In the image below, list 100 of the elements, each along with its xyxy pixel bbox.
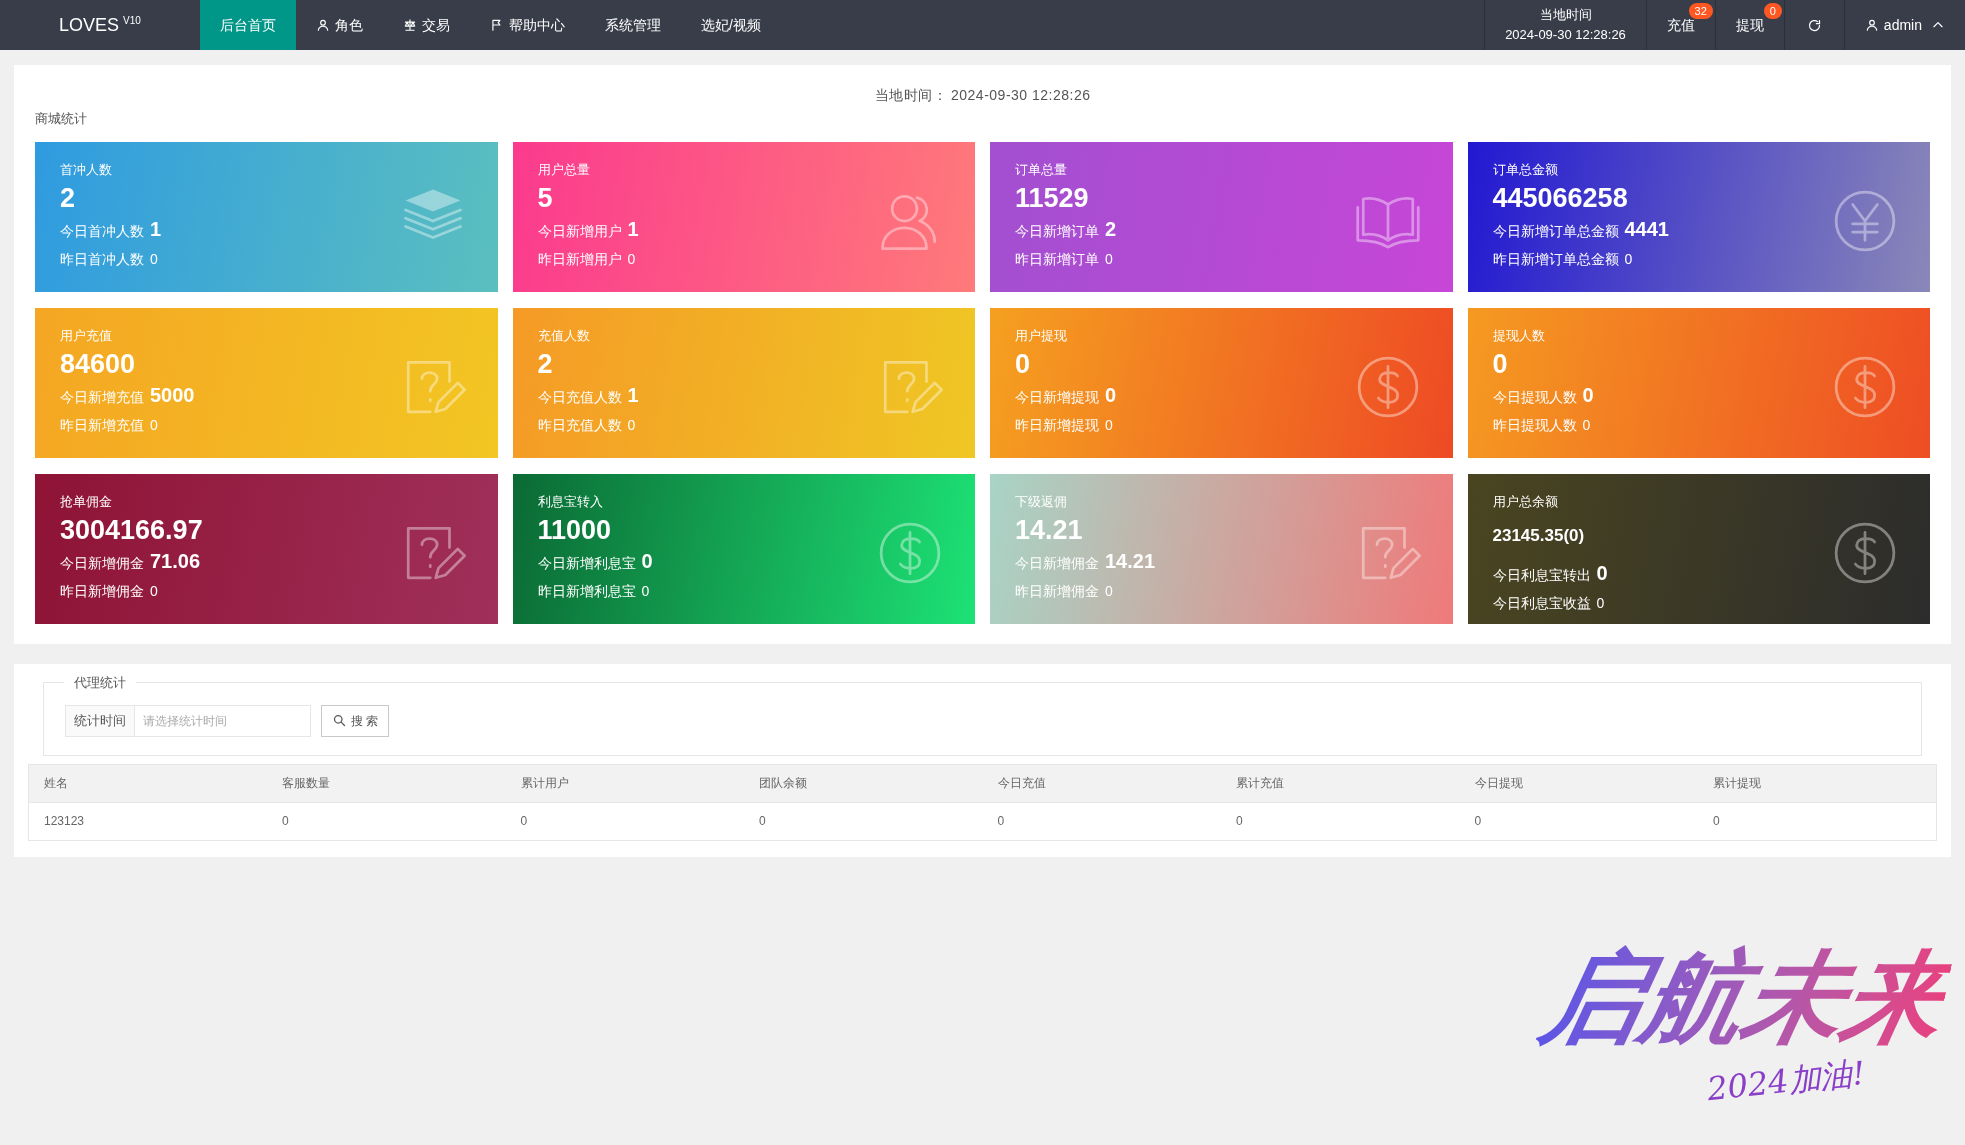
time-label: 当地时间： bbox=[874, 87, 947, 103]
card-title: 用户提现 bbox=[1015, 326, 1068, 345]
yesterday-value: 0 bbox=[1105, 581, 1113, 601]
yesterday-value: 0 bbox=[627, 415, 636, 435]
card-value: 11529 bbox=[1015, 181, 1089, 215]
card-title: 抢单佣金 bbox=[60, 492, 113, 511]
count-badge: 32 bbox=[1688, 3, 1713, 19]
today-label: 今日提现人数 bbox=[1492, 387, 1577, 407]
column-header: 客服数量 bbox=[267, 764, 506, 802]
today-value: 0 bbox=[1105, 382, 1117, 408]
today-label: 今日新增订单总金额 bbox=[1492, 221, 1619, 241]
refresh-icon bbox=[1806, 17, 1822, 33]
time-value: 2024-09-30 12:28:26 bbox=[951, 87, 1091, 103]
today-label: 今日新增佣金 bbox=[1015, 553, 1099, 573]
column-header: 今日提现 bbox=[1459, 764, 1698, 802]
yesterday-label: 昨日新增充值 bbox=[60, 415, 144, 435]
user-menu[interactable]: admin bbox=[1843, 0, 1965, 50]
today-label: 今日充值人数 bbox=[537, 387, 622, 407]
table-cell: 0 bbox=[982, 802, 1221, 840]
count-badge: 0 bbox=[1763, 3, 1782, 19]
today-value: 2 bbox=[1105, 216, 1117, 242]
time-value: 2024-09-30 12:28:26 bbox=[1505, 26, 1626, 44]
card-title: 首冲人数 bbox=[60, 160, 113, 179]
field-label: 统计时间 bbox=[65, 704, 135, 737]
card-value: 445066258 bbox=[1492, 181, 1628, 215]
card-title: 利息宝转入 bbox=[537, 492, 604, 511]
yesterday-value: 0 bbox=[1582, 415, 1591, 435]
card-value: 3004166.97 bbox=[60, 513, 203, 547]
today-value: 0 bbox=[1596, 560, 1608, 586]
yesterday-value: 0 bbox=[150, 581, 158, 601]
section-title: 商城统计 bbox=[35, 110, 88, 128]
search-button[interactable]: 搜 索 bbox=[321, 704, 390, 737]
yesterday-label: 昨日首冲人数 bbox=[60, 249, 144, 269]
nav-tab[interactable]: 选妃/视频 bbox=[681, 0, 781, 50]
yesterday-label: 昨日新增佣金 bbox=[60, 581, 144, 601]
card-title: 订单总金额 bbox=[1492, 160, 1559, 179]
card-title: 用户充值 bbox=[60, 326, 113, 345]
today-label: 今日新增提现 bbox=[1015, 387, 1099, 407]
table-cell: 0 bbox=[744, 802, 983, 840]
today-value: 1 bbox=[150, 216, 162, 242]
nav-action-link[interactable]: 充值 32 bbox=[1645, 0, 1715, 50]
table-cell: 123123 bbox=[28, 802, 267, 840]
flag-icon bbox=[490, 18, 504, 32]
column-header: 团队余额 bbox=[744, 764, 983, 802]
nav-tab[interactable]: 系统管理 bbox=[585, 0, 681, 50]
nav-tab[interactable]: 交易 bbox=[383, 0, 470, 50]
table-cell: 0 bbox=[505, 802, 744, 840]
today-value: 1 bbox=[627, 382, 639, 408]
today-value: 14.21 bbox=[1105, 548, 1156, 574]
user-icon bbox=[1864, 18, 1879, 32]
card-value: 23145.35(0) bbox=[1492, 524, 1585, 547]
column-header: 姓名 bbox=[28, 764, 267, 802]
yesterday-label: 昨日新增佣金 bbox=[1015, 581, 1099, 601]
today-value: 1 bbox=[627, 216, 639, 242]
date-input-field[interactable]: 请选择统计时间 bbox=[135, 704, 311, 737]
yesterday-value: 0 bbox=[1105, 249, 1113, 269]
today-label: 今日新增利息宝 bbox=[537, 553, 636, 573]
card-value: 0 bbox=[1492, 347, 1508, 381]
column-header: 累计提现 bbox=[1698, 764, 1937, 802]
card-value: 5 bbox=[537, 181, 553, 215]
card-value: 84600 bbox=[60, 347, 136, 381]
search-icon bbox=[332, 713, 347, 728]
today-value: 71.06 bbox=[150, 548, 201, 574]
yesterday-label: 昨日新增提现 bbox=[1015, 415, 1099, 435]
column-header: 今日充值 bbox=[982, 764, 1221, 802]
nav-tab[interactable]: 后台首页 bbox=[200, 0, 296, 50]
user-icon bbox=[316, 18, 330, 32]
today-value: 0 bbox=[1582, 382, 1594, 408]
yesterday-value: 0 bbox=[1624, 249, 1633, 269]
table-cell: 0 bbox=[1459, 802, 1698, 840]
column-header: 累计用户 bbox=[505, 764, 744, 802]
column-header: 累计充值 bbox=[1221, 764, 1460, 802]
yesterday-value: 0 bbox=[150, 249, 158, 269]
today-label: 今日新增佣金 bbox=[60, 553, 144, 573]
card-value: 0 bbox=[1015, 347, 1031, 381]
card-title: 下级返佣 bbox=[1015, 492, 1068, 511]
yesterday-label: 昨日新增用户 bbox=[537, 249, 622, 269]
yesterday-value: 0 bbox=[627, 249, 636, 269]
today-label: 今日首冲人数 bbox=[60, 221, 144, 241]
today-label: 今日利息宝转出 bbox=[1492, 565, 1591, 585]
card-value: 14.21 bbox=[1015, 513, 1083, 547]
card-title: 充值人数 bbox=[537, 326, 591, 345]
yesterday-label: 昨日新增利息宝 bbox=[537, 581, 636, 601]
card-title: 订单总量 bbox=[1015, 160, 1068, 179]
yesterday-value: 0 bbox=[1105, 415, 1113, 435]
today-value: 5000 bbox=[150, 382, 195, 408]
table-cell: 0 bbox=[1221, 802, 1460, 840]
nav-tab[interactable]: 帮助中心 bbox=[470, 0, 585, 50]
card-title: 提现人数 bbox=[1492, 326, 1546, 345]
card-value: 2 bbox=[60, 181, 76, 215]
yesterday-label: 昨日充值人数 bbox=[537, 415, 622, 435]
today-label: 今日新增用户 bbox=[537, 221, 622, 241]
nav-action-link[interactable]: 提现 0 bbox=[1714, 0, 1784, 50]
card-value: 2 bbox=[537, 347, 553, 381]
card-title: 用户总余额 bbox=[1492, 492, 1559, 511]
yesterday-value: 0 bbox=[641, 581, 650, 601]
nav-tab[interactable]: 角色 bbox=[296, 0, 383, 50]
card-title: 用户总量 bbox=[537, 160, 591, 179]
table-cell: 0 bbox=[267, 802, 506, 840]
today-value: 4441 bbox=[1624, 216, 1669, 242]
